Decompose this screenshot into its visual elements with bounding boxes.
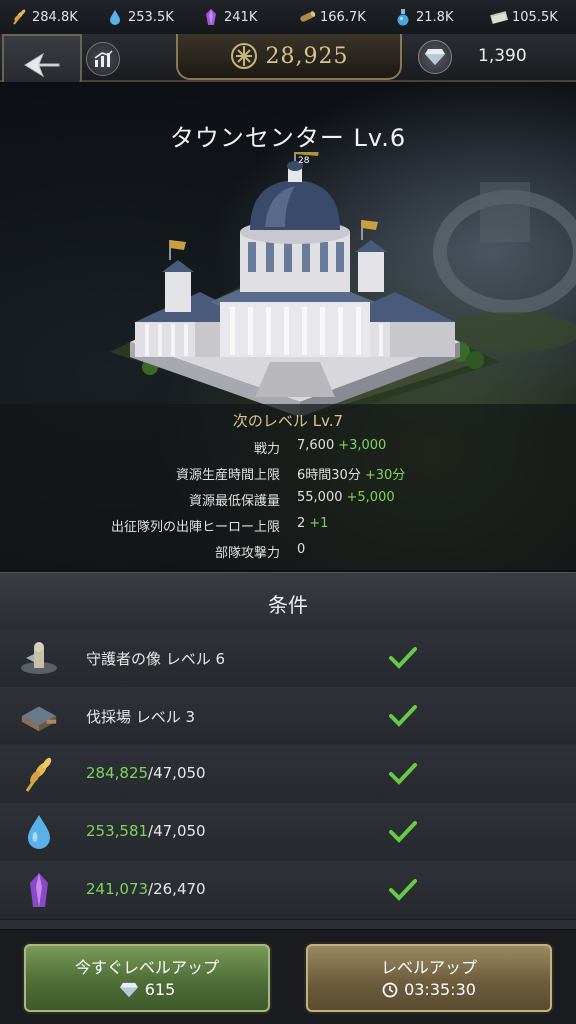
condition-item-guardian-statue[interactable]: 守護者の像 レベル 6 [0,629,576,688]
power-display: 28,925 [176,34,402,80]
condition-item-water[interactable]: 253,581/47,050 [0,803,576,862]
stat-value: 2 +1 [297,516,329,531]
potion-amount: 21.8K [416,9,454,25]
next-level-title: 次のレベル Lv.7 [232,412,344,430]
wheat-icon [18,754,60,794]
condition-text: 守護者の像 レベル 6 [86,650,226,668]
condition-text: 伐採場 レベル 3 [86,708,196,726]
back-arrow-icon [24,52,60,78]
stat-row: 戦力 7,600 +3,000 [0,438,576,462]
clock-icon [382,982,398,997]
instant-upgrade-cost: 615 [26,980,268,999]
water-icon [18,812,60,852]
stat-increase: +1 [309,516,329,531]
instant-cost-value: 615 [144,980,176,999]
crystal-need: /26,470 [148,880,206,898]
instant-upgrade-label: 今すぐレベルアップ [74,958,219,977]
conditions-title: 条件 [268,593,308,617]
check-icon [389,763,417,785]
wheat-amount: 284.8K [32,9,78,25]
crystal-have: 241,073 [86,880,149,898]
instant-upgrade-button[interactable]: 今すぐレベルアップ 615 [24,944,270,1012]
crystal-icon [206,9,216,25]
upgrade-time: 03:35:30 [308,980,550,999]
conditions-header: 条件 [0,572,576,630]
wood-amount: 166.7K [320,9,366,25]
stat-row: 部隊攻撃力 0 [0,542,576,566]
stat-row: 資源生産時間上限 6時間30分 +30分 [0,464,576,488]
stat-row: 資源最低保護量 55,000 +5,000 [0,490,576,514]
resource-wood[interactable]: 166.7K [288,8,384,26]
gem-count: 1,390 [478,46,527,66]
resource-money[interactable]: 105.5K [480,8,576,26]
conditions-list: 守護者の像 レベル 6 伐採場 レベル 3 284,825/47,050 253… [0,629,576,929]
check-icon [389,879,417,901]
stat-increase: +30分 [364,468,406,483]
condition-item-lumber-mill[interactable]: 伐採場 レベル 3 [0,687,576,746]
flag-label: 28 [298,156,310,166]
check-icon [389,705,417,727]
condition-text: 241,073/26,470 [86,880,206,898]
gem-button[interactable] [418,40,452,74]
stat-label: 資源最低保護量 [188,494,280,509]
diamond-icon [425,49,445,65]
stat-value: 7,600 +3,000 [297,438,387,453]
condition-item-wheat[interactable]: 284,825/47,050 [0,745,576,804]
stat-label: 出征隊列の出陣ヒーロー上限 [110,520,280,535]
water-amount: 253.5K [128,9,174,25]
stat-increase: +5,000 [346,490,395,505]
stat-label: 部隊攻撃力 [214,546,280,561]
wheat-need: /47,050 [148,764,206,782]
condition-text: 284,825/47,050 [86,764,206,782]
money-icon [490,11,508,24]
guardian-statue-icon [18,638,60,678]
building-scene: タウンセンター Lv.6 28 次のレベル Lv.7 戦力 7,600 +3,0… [0,82,576,570]
next-level-panel: 次のレベル Lv.7 戦力 7,600 +3,000 資源生産時間上限 6時間30… [0,404,576,570]
stat-value: 55,000 +5,000 [297,490,395,505]
stat-label: 資源生産時間上限 [175,468,280,483]
top-header: 28,925 1,390 [0,34,576,96]
water-need: /47,050 [148,822,206,840]
water-icon [110,10,120,25]
resource-potion[interactable]: 21.8K [384,8,480,26]
crystal-amount: 241K [224,9,258,25]
diamond-icon [119,982,138,997]
chart-icon [94,50,113,67]
condition-item-crystal[interactable]: 241,073/26,470 [0,861,576,920]
stat-value: 0 [297,542,306,557]
upgrade-time-value: 03:35:30 [404,980,476,999]
check-icon [389,821,417,843]
power-emblem-icon [230,43,257,69]
resource-water[interactable]: 253.5K [96,8,192,26]
upgrade-label: レベルアップ [380,958,477,977]
power-value: 28,925 [265,43,349,69]
stat-label: 戦力 [253,442,280,457]
wheat-icon [13,9,26,25]
stat-row: 出征隊列の出陣ヒーロー上限 2 +1 [0,516,576,540]
crystal-icon [18,870,60,910]
water-have: 253,581 [86,822,149,840]
wood-icon [300,11,316,22]
resource-wheat[interactable]: 284.8K [0,8,96,26]
money-amount: 105.5K [512,9,558,25]
town-center-image [110,152,500,420]
potion-icon [397,9,409,26]
upgrade-button[interactable]: レベルアップ 03:35:30 [306,944,552,1012]
stats-button[interactable] [86,42,120,76]
wheat-have: 284,825 [86,764,149,782]
stat-value: 6時間30分 +30分 [297,468,406,483]
resource-crystal[interactable]: 241K [192,8,288,26]
check-icon [389,647,417,669]
condition-text: 253,581/47,050 [86,822,206,840]
stat-increase: +3,000 [338,438,387,453]
resource-bar: 284.8K 253.5K 241K 166.7K 21.8K 105.5K [0,0,576,35]
lumber-mill-icon [18,696,60,736]
bottom-action-bar: 今すぐレベルアップ 615 レベルアップ 03:35:30 [0,930,576,1024]
